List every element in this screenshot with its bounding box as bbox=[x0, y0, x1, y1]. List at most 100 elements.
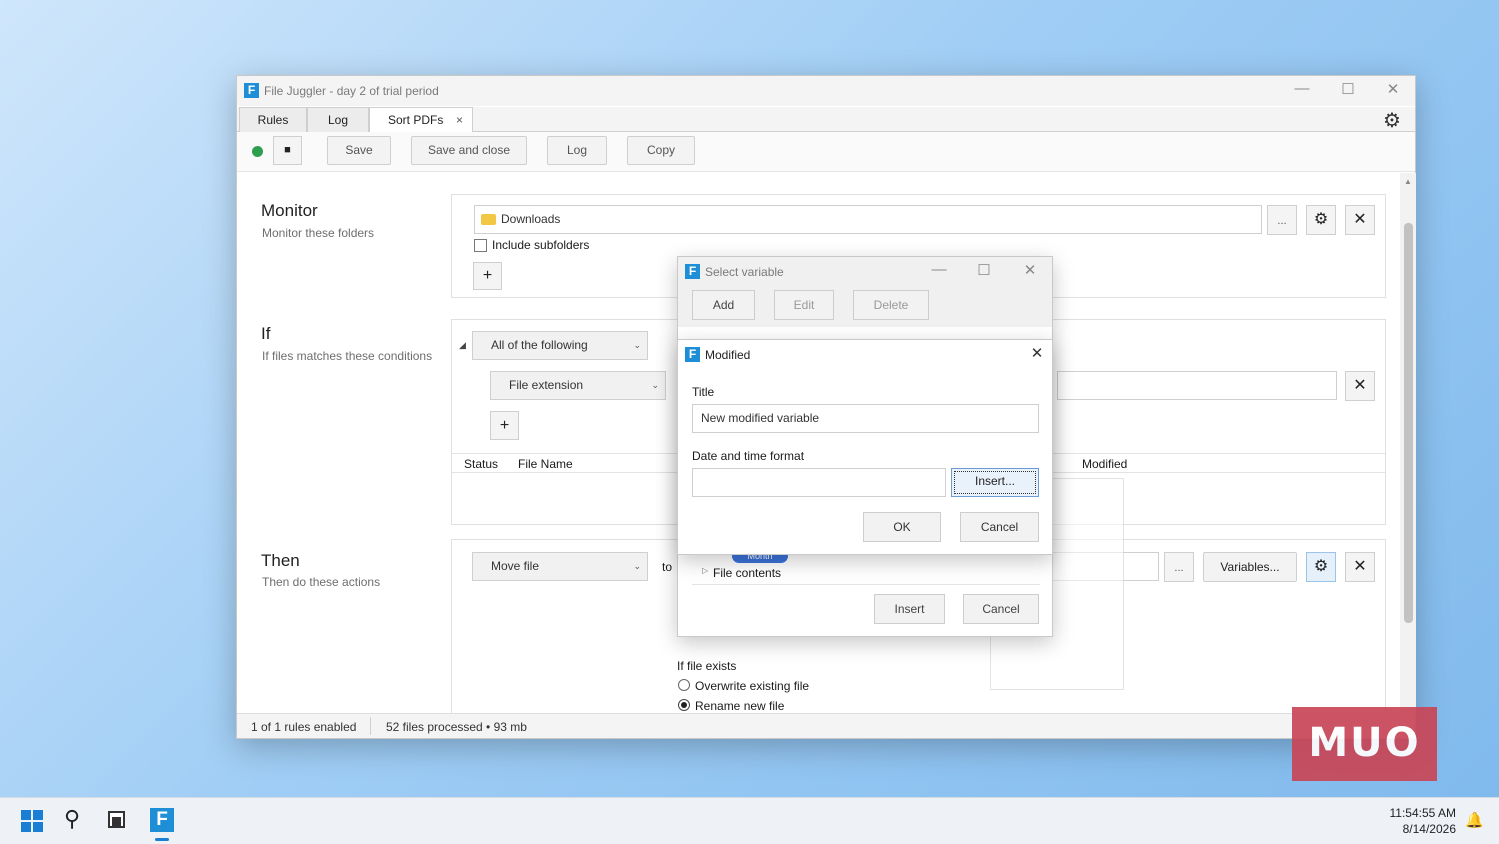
save-button[interactable]: Save bbox=[327, 136, 391, 165]
remove-condition-close-icon[interactable]: ✕ bbox=[1345, 371, 1375, 401]
file-contents-tree-item[interactable]: File contents bbox=[713, 566, 781, 580]
tab-close-icon[interactable]: × bbox=[456, 108, 463, 132]
tab-label: Sort PDFs bbox=[388, 113, 444, 127]
condition-value-field[interactable] bbox=[1057, 371, 1337, 400]
if-title: If bbox=[261, 324, 271, 343]
status-column-header[interactable]: Status bbox=[464, 457, 498, 471]
stop-button[interactable]: ■ bbox=[273, 136, 302, 165]
action-dropdown[interactable]: Move file ⌄ bbox=[472, 552, 648, 581]
divider bbox=[692, 584, 1040, 585]
add-condition-plus-icon[interactable]: + bbox=[490, 411, 519, 440]
save-and-close-button[interactable]: Save and close bbox=[411, 136, 527, 165]
file-juggler-icon: F bbox=[685, 347, 700, 362]
expand-triangle-icon[interactable]: ▷ bbox=[702, 566, 708, 575]
cancel-button[interactable]: Cancel bbox=[960, 512, 1039, 542]
tab-rules[interactable]: Rules bbox=[239, 107, 307, 132]
file-explorer-icon[interactable] bbox=[108, 811, 125, 828]
tab-bar: Rules Log Sort PDFs × ⚙ bbox=[237, 107, 1415, 133]
clock-time[interactable]: 11:54:55 AM bbox=[1376, 806, 1457, 820]
match-mode-dropdown[interactable]: All of the following ⌄ bbox=[472, 331, 648, 360]
collapse-triangle-icon[interactable]: ◢ bbox=[459, 340, 466, 351]
status-bar: 1 of 1 rules enabled 52 files processed … bbox=[237, 713, 1415, 738]
overwrite-label: Overwrite existing file bbox=[695, 679, 810, 693]
insert-format-button[interactable]: Insert... bbox=[951, 468, 1039, 497]
add-variable-button[interactable]: Add bbox=[692, 290, 755, 320]
rename-label: Rename new file bbox=[695, 699, 785, 713]
title-bar[interactable]: F File Juggler - day 2 of trial period —… bbox=[237, 76, 1415, 106]
chevron-down-icon: ⌄ bbox=[633, 340, 641, 350]
notification-bell-icon[interactable]: 🔔 bbox=[1465, 811, 1484, 829]
action-value: Move file bbox=[491, 559, 540, 573]
variable-title-input[interactable]: New modified variable bbox=[692, 404, 1039, 433]
monitor-title: Monitor bbox=[261, 201, 318, 220]
log-button[interactable]: Log bbox=[547, 136, 607, 165]
status-divider bbox=[370, 717, 371, 735]
close-icon[interactable]: ✕ bbox=[1378, 80, 1408, 98]
monitor-subtitle: Monitor these folders bbox=[262, 226, 375, 240]
date-format-input[interactable] bbox=[692, 468, 946, 497]
then-title: Then bbox=[261, 551, 300, 570]
tab-log[interactable]: Log bbox=[307, 107, 369, 132]
include-subfolders-checkbox[interactable] bbox=[474, 239, 487, 252]
remove-folder-close-icon[interactable]: ✕ bbox=[1345, 205, 1375, 235]
window-title: File Juggler - day 2 of trial period bbox=[264, 84, 439, 98]
minimize-icon[interactable]: — bbox=[1287, 80, 1317, 97]
toolbar: ■ Save Save and close Log Copy bbox=[237, 132, 1415, 172]
condition-type-value: File extension bbox=[509, 378, 584, 392]
vertical-scrollbar[interactable]: ▲ bbox=[1400, 173, 1416, 715]
file-name-column-header[interactable]: File Name bbox=[518, 457, 573, 471]
if-file-exists-label: If file exists bbox=[677, 659, 737, 673]
to-label: to bbox=[662, 560, 673, 574]
files-processed-status: 52 files processed • 93 mb bbox=[386, 720, 527, 734]
taskbar: ⚲ F 11:54:55 AM 8/14/2026 🔔 bbox=[0, 797, 1499, 844]
add-folder-plus-icon[interactable]: + bbox=[473, 262, 502, 290]
remove-action-close-icon[interactable]: ✕ bbox=[1345, 552, 1375, 582]
variables-button[interactable]: Variables... bbox=[1203, 552, 1297, 582]
date-format-label: Date and time format bbox=[692, 449, 805, 463]
overwrite-radio[interactable] bbox=[678, 679, 690, 691]
minimize-icon[interactable]: — bbox=[924, 261, 954, 278]
scroll-thumb[interactable] bbox=[1404, 223, 1413, 623]
running-status-icon bbox=[252, 146, 263, 157]
folder-settings-gear-icon[interactable]: ⚙ bbox=[1306, 205, 1336, 235]
then-subtitle: Then do these actions bbox=[262, 575, 381, 589]
browse-button[interactable]: ... bbox=[1267, 205, 1297, 235]
rename-radio[interactable] bbox=[678, 699, 690, 711]
ok-button[interactable]: OK bbox=[863, 512, 941, 542]
clock-date[interactable]: 8/14/2026 bbox=[1376, 822, 1456, 836]
delete-variable-button[interactable]: Delete bbox=[853, 290, 929, 320]
destination-browse-button[interactable]: ... bbox=[1164, 552, 1194, 582]
edit-variable-button[interactable]: Edit bbox=[774, 290, 834, 320]
chevron-down-icon: ⌄ bbox=[633, 561, 641, 571]
search-icon[interactable]: ⚲ bbox=[64, 806, 80, 832]
tab-sort-pdfs[interactable]: Sort PDFs × bbox=[369, 107, 473, 133]
include-subfolders-label: Include subfolders bbox=[492, 238, 590, 252]
active-app-indicator bbox=[155, 838, 169, 841]
monitor-folder-field[interactable]: Downloads bbox=[474, 205, 1262, 234]
modified-dialog-title: Modified bbox=[705, 348, 751, 362]
file-juggler-icon: F bbox=[685, 264, 700, 279]
folder-name: Downloads bbox=[501, 212, 561, 226]
close-icon[interactable]: ✕ bbox=[1022, 344, 1052, 362]
title-label: Title bbox=[692, 385, 715, 399]
match-mode-value: All of the following bbox=[491, 338, 588, 352]
gear-icon[interactable]: ⚙ bbox=[1383, 108, 1401, 133]
condition-type-dropdown[interactable]: File extension ⌄ bbox=[490, 371, 666, 400]
muo-logo: MUO bbox=[1292, 707, 1437, 781]
select-variable-title: Select variable bbox=[705, 265, 784, 279]
insert-variable-button[interactable]: Insert bbox=[874, 594, 945, 624]
cancel-select-button[interactable]: Cancel bbox=[963, 594, 1039, 624]
close-icon[interactable]: ✕ bbox=[1015, 261, 1045, 279]
maximize-icon[interactable]: ☐ bbox=[1333, 80, 1363, 98]
modified-column-header[interactable]: Modified bbox=[1082, 457, 1127, 471]
chevron-down-icon: ⌄ bbox=[651, 380, 659, 390]
action-settings-gear-icon[interactable]: ⚙ bbox=[1306, 552, 1336, 582]
rules-enabled-status: 1 of 1 rules enabled bbox=[251, 720, 357, 734]
copy-button[interactable]: Copy bbox=[627, 136, 695, 165]
maximize-icon[interactable]: ☐ bbox=[969, 261, 999, 279]
windows-start-icon[interactable] bbox=[21, 810, 43, 832]
scroll-up-icon[interactable]: ▲ bbox=[1404, 177, 1412, 186]
file-juggler-taskbar-icon[interactable]: F bbox=[150, 808, 174, 832]
folder-icon bbox=[481, 214, 496, 225]
file-juggler-icon: F bbox=[244, 83, 259, 98]
